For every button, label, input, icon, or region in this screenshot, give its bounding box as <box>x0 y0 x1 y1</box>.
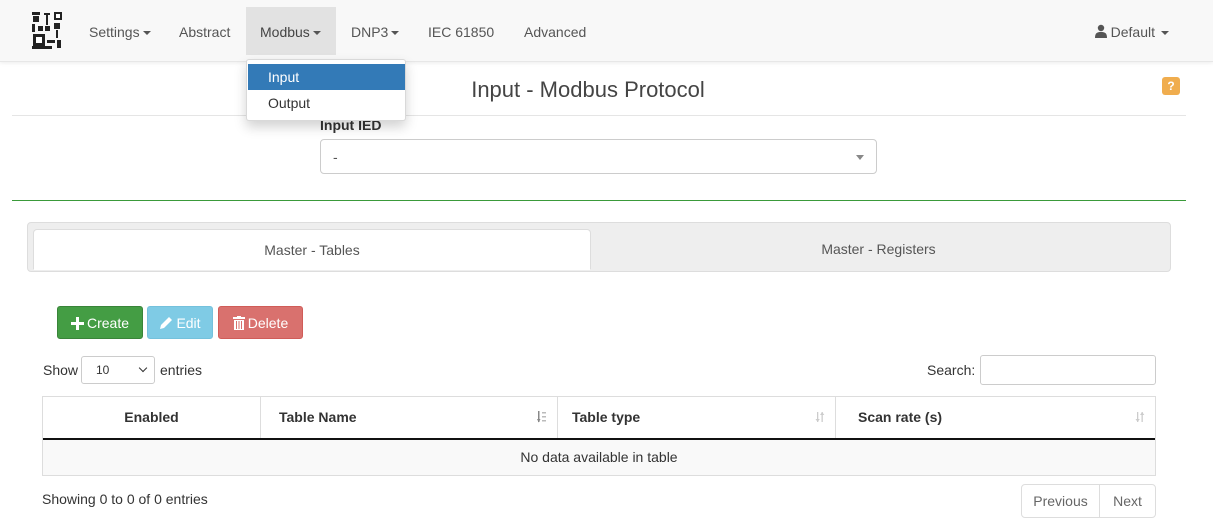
create-button-label: Create <box>86 315 130 331</box>
divider <box>12 115 1186 116</box>
user-icon <box>1094 24 1107 38</box>
entries-label: entries <box>160 362 203 378</box>
sort-alpha-asc-icon <box>537 411 546 423</box>
column-header-label: Scan rate (s) <box>858 409 943 425</box>
nav-settings-label: Settings <box>89 24 140 40</box>
nav-advanced[interactable]: Advanced <box>524 7 586 55</box>
nav-iec61850-label: IEC 61850 <box>428 24 495 40</box>
column-header-scan-rate[interactable]: Scan rate (s) <box>836 397 1155 438</box>
show-label: Show <box>43 362 79 378</box>
nav-abstract[interactable]: Abstract <box>179 7 230 55</box>
tables-table: Enabled Table Name Table type Scan rate … <box>42 396 1156 476</box>
column-header-table-type[interactable]: Table type <box>558 397 836 438</box>
caret-down-icon <box>312 31 321 36</box>
menu-item-input[interactable]: Input <box>248 64 405 90</box>
column-header-table-name[interactable]: Table Name <box>261 397 558 438</box>
empty-table-message: No data available in table <box>43 440 1155 475</box>
input-ied-select[interactable]: - <box>320 139 877 174</box>
sort-icon <box>1135 412 1145 422</box>
translator-logo-icon[interactable] <box>30 10 64 50</box>
page-length-value: 10 <box>96 363 110 377</box>
user-menu-label: Default <box>1110 24 1155 40</box>
pagination: Previous Next <box>1021 484 1156 518</box>
question-icon[interactable]: ? <box>1162 77 1180 95</box>
nav-modbus[interactable]: Modbus <box>246 7 336 55</box>
column-header-label: Enabled <box>124 409 179 425</box>
nav-dnp3[interactable]: DNP3 <box>351 7 400 55</box>
top-navbar: Settings Abstract Modbus DNP3 IEC 61850 … <box>0 0 1213 62</box>
edit-button[interactable]: Edit <box>147 306 213 339</box>
previous-page-button[interactable]: Previous <box>1022 485 1100 517</box>
menu-item-output[interactable]: Output <box>248 90 405 116</box>
search-label: Search: <box>927 362 976 378</box>
input-ied-value: - <box>333 149 338 165</box>
protocol-tabs: Master - Tables Master - Registers <box>27 222 1171 272</box>
pencil-icon <box>160 317 173 329</box>
section-divider <box>12 200 1186 201</box>
edit-button-label: Edit <box>176 315 201 331</box>
page-length-select[interactable]: 10 <box>81 356 155 384</box>
chevron-down-icon <box>138 363 148 373</box>
delete-button[interactable]: Delete <box>218 306 303 339</box>
caret-down-icon <box>1161 31 1169 36</box>
column-header-label: Table Name <box>279 409 357 425</box>
nav-advanced-label: Advanced <box>524 24 587 40</box>
sort-icon <box>815 412 825 422</box>
nav-settings[interactable]: Settings <box>89 7 151 55</box>
user-menu[interactable]: Default <box>1094 7 1169 55</box>
column-header-enabled[interactable]: Enabled <box>43 397 261 438</box>
tab-master-registers[interactable]: Master - Registers <box>591 229 1166 270</box>
nav-modbus-label: Modbus <box>260 24 310 40</box>
next-page-button[interactable]: Next <box>1100 485 1155 517</box>
table-info: Showing 0 to 0 of 0 entries <box>42 491 208 507</box>
page-title: Input - Modbus Protocol <box>471 77 705 102</box>
create-button[interactable]: Create <box>57 306 143 339</box>
search-input[interactable] <box>980 355 1156 385</box>
nav-dnp3-label: DNP3 <box>351 24 389 40</box>
trash-icon <box>232 316 245 330</box>
nav-iec61850[interactable]: IEC 61850 <box>428 7 494 55</box>
chevron-down-icon <box>856 155 864 160</box>
caret-down-icon <box>391 31 400 36</box>
tab-master-tables[interactable]: Master - Tables <box>33 229 591 270</box>
delete-button-label: Delete <box>247 315 289 331</box>
nav-abstract-label: Abstract <box>179 24 231 40</box>
plus-icon <box>70 317 84 330</box>
modbus-dropdown-menu: Input Output <box>246 59 406 121</box>
caret-down-icon <box>142 31 151 36</box>
column-header-label: Table type <box>572 409 641 425</box>
